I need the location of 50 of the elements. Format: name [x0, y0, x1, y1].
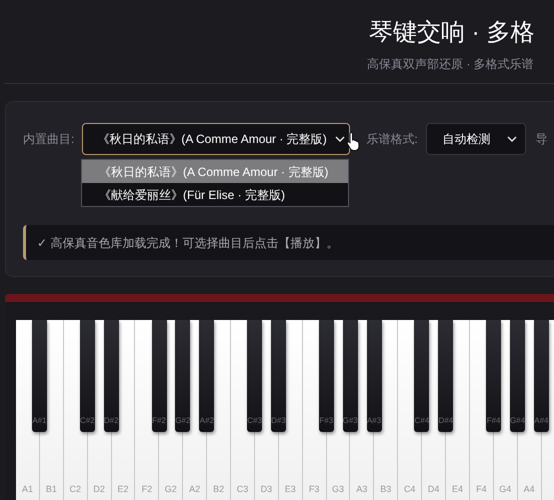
sharp-key[interactable]: D#4 [438, 320, 454, 432]
natural-key[interactable]: D4 [422, 432, 446, 500]
sharp-key[interactable]: D#2 [104, 320, 119, 432]
natural-key[interactable]: E3 [278, 432, 302, 500]
natural-key[interactable]: A1 [16, 432, 39, 500]
dropdown-option[interactable]: 《秋日的私语》(A Comme Amour · 完整版) [82, 160, 348, 183]
format-label: 乐谱格式: [366, 131, 418, 148]
natural-key[interactable]: F2 [135, 432, 158, 500]
chevron-down-icon [506, 136, 517, 142]
natural-key[interactable]: C2 [64, 432, 87, 500]
natural-key[interactable]: C3 [231, 432, 254, 500]
sharp-key[interactable]: C#2 [80, 320, 95, 432]
sharp-key[interactable]: C#3 [247, 320, 262, 432]
sharp-key[interactable]: G#4 [510, 320, 525, 432]
sharp-key[interactable]: G#2 [175, 320, 190, 432]
sharp-key[interactable]: F#4 [486, 320, 502, 432]
natural-key[interactable]: B3 [374, 432, 398, 500]
pointer-cursor-icon [346, 131, 362, 151]
sharp-key[interactable]: A#2 [199, 320, 214, 432]
sharp-key[interactable]: D#3 [271, 320, 286, 432]
song-select[interactable]: 《秋日的私语》(A Comme Amour · 完整版) [82, 123, 350, 155]
natural-key[interactable]: E2 [112, 432, 134, 500]
natural-key[interactable]: A4 [518, 432, 541, 500]
natural-key[interactable]: G2 [159, 432, 182, 500]
sharp-key[interactable]: A#1 [32, 320, 47, 432]
natural-key[interactable]: C4 [398, 432, 422, 500]
sharp-key[interactable]: F#2 [152, 320, 166, 432]
sharp-key[interactable]: A#4 [534, 320, 549, 432]
sharp-key[interactable]: A#3 [366, 320, 382, 432]
natural-key[interactable]: F3 [302, 432, 326, 500]
sharp-key[interactable]: C#4 [414, 320, 430, 432]
natural-key[interactable]: A3 [350, 432, 374, 500]
natural-key[interactable]: G3 [326, 432, 350, 500]
natural-key[interactable]: E4 [446, 432, 469, 500]
song-label: 内置曲目: [23, 131, 74, 148]
page-title: 琴键交响 · 多格 [369, 18, 534, 48]
chevron-down-icon [335, 136, 346, 142]
sharp-key[interactable]: F#3 [318, 320, 334, 432]
natural-key[interactable]: F4 [470, 432, 493, 500]
natural-key[interactable]: D2 [88, 432, 111, 500]
natural-key[interactable]: B1 [40, 432, 63, 500]
status-message: ✓ 高保真音色库加载完成！可选择曲目后点击【播放】。 [23, 225, 554, 260]
sharp-key[interactable]: G#3 [342, 320, 358, 432]
page-subtitle: 高保真双声部还原 · 多格式乐谱 [367, 56, 534, 73]
natural-key[interactable]: G4 [494, 432, 517, 500]
format-select[interactable]: 自动检测 [426, 123, 526, 155]
natural-key[interactable]: A2 [183, 432, 206, 500]
natural-key[interactable]: B2 [207, 432, 230, 500]
natural-key[interactable]: D3 [254, 432, 278, 500]
import-label: 导 [536, 131, 548, 148]
